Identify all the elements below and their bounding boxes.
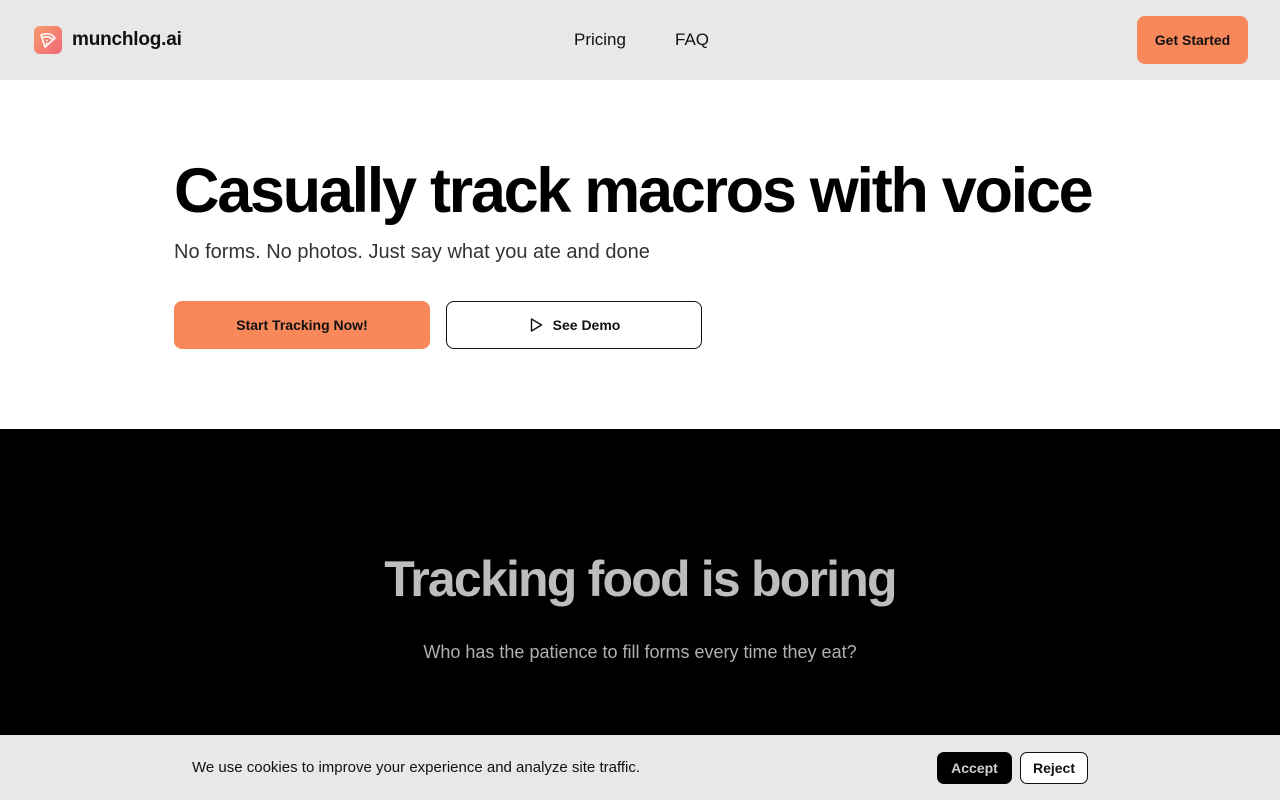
accept-cookies-button[interactable]: Accept xyxy=(937,752,1012,784)
reject-cookies-button[interactable]: Reject xyxy=(1020,752,1088,784)
problem-subtitle: Who has the patience to fill forms every… xyxy=(423,642,857,662)
pizza-slice-icon xyxy=(34,26,62,54)
nav-link-faq[interactable]: FAQ xyxy=(675,29,709,51)
nav-link-pricing[interactable]: Pricing xyxy=(574,29,626,51)
brand-logo-link[interactable]: munchlog.ai xyxy=(34,26,182,54)
top-navigation: munchlog.ai Pricing FAQ Get Started xyxy=(0,0,1280,80)
cookie-message: We use cookies to improve your experienc… xyxy=(192,759,641,776)
see-demo-button[interactable]: See Demo xyxy=(446,301,702,349)
get-started-button[interactable]: Get Started xyxy=(1137,16,1248,64)
brand-name: munchlog.ai xyxy=(72,29,182,50)
hero-subtitle: No forms. No photos. Just say what you a… xyxy=(174,241,650,263)
play-icon xyxy=(528,317,544,333)
start-tracking-button[interactable]: Start Tracking Now! xyxy=(174,301,430,349)
hero-title: Casually track macros with voice xyxy=(174,156,1094,226)
see-demo-label: See Demo xyxy=(552,317,621,333)
cookie-banner: We use cookies to improve your experienc… xyxy=(0,735,1280,800)
problem-title: Tracking food is boring xyxy=(384,551,897,607)
